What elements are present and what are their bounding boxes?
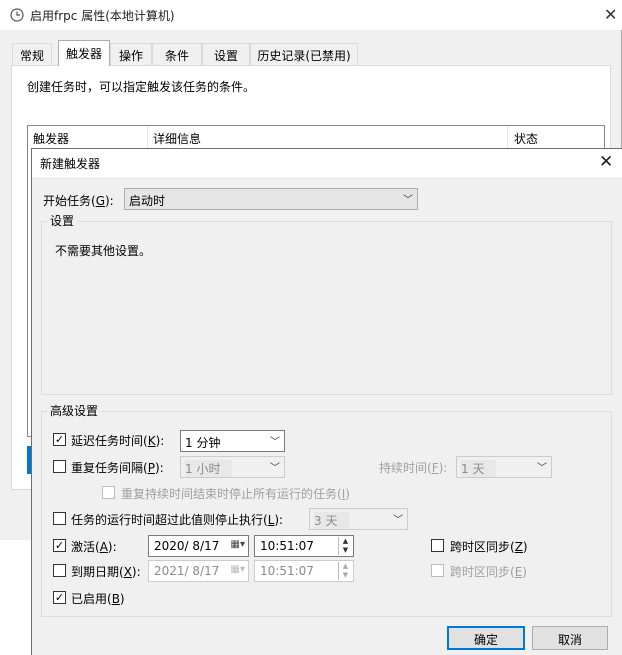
delay-checkbox[interactable]: ✓ (53, 433, 66, 446)
spin-updown-icon[interactable]: ▲ ▼ (338, 562, 352, 580)
expire-time-picker[interactable]: 10:51:07 ▲ ▼ (254, 560, 354, 582)
repeat-checkbox[interactable] (53, 460, 66, 473)
tab-history[interactable]: 历史记录(已禁用) (250, 43, 358, 65)
start-task-value: 启动时 (129, 194, 166, 208)
close-icon[interactable]: ✕ (604, 5, 617, 24)
expire-sync-label: 跨时区同步(E) (450, 565, 527, 579)
spin-updown-icon[interactable]: ▲ ▼ (338, 537, 352, 555)
dialog-titlebar (32, 149, 622, 177)
repeat-value: 1 小时 (185, 460, 233, 477)
duration-label: 持续时间(F): (379, 461, 448, 475)
settings-legend: 设置 (47, 212, 78, 229)
enabled-label: 已启用(B) (71, 592, 125, 606)
chevron-down-icon: ﹀ (393, 515, 403, 526)
chevron-down-icon: ﹀ (270, 463, 280, 474)
chevron-down-icon: ﹀ (537, 463, 547, 474)
properties-title: 启用frpc 属性(本地计算机) (30, 9, 175, 23)
ok-button[interactable]: 确定 (447, 626, 525, 650)
column-header-details[interactable]: 详细信息 (153, 126, 508, 148)
activate-date: 2020/ 8/17 (154, 539, 220, 553)
expire-sync-checkbox[interactable] (431, 564, 444, 577)
settings-text: 不需要其他设置。 (55, 244, 152, 258)
stop-if-label: 任务的运行时间超过此值则停止执行(L): (71, 513, 284, 527)
repeat-combo[interactable]: 1 小时 ﹀ (180, 456, 285, 478)
clock-icon (10, 8, 24, 22)
stop-all-label: 重复持续时间结束时停止所有运行的任务(I) (121, 487, 350, 501)
expire-label: 到期日期(X): (71, 565, 141, 579)
cancel-button[interactable]: 取消 (532, 626, 608, 650)
duration-combo[interactable]: 1 天 ﹀ (456, 456, 552, 478)
column-header-trigger[interactable]: 触发器 (33, 126, 148, 148)
expire-checkbox[interactable] (53, 564, 66, 577)
delay-combo[interactable]: 1 分钟 ﹀ (180, 430, 285, 452)
tab-settings[interactable]: 设置 (202, 43, 250, 65)
delay-value: 1 分钟 (185, 436, 221, 450)
expire-date-picker[interactable]: 2021/ 8/17 ▦▾ (148, 560, 249, 582)
activate-sync-checkbox[interactable] (431, 539, 444, 552)
activate-sync-label: 跨时区同步(Z) (450, 540, 528, 554)
triggers-description: 创建任务时，可以指定触发该任务的条件。 (27, 80, 256, 94)
dialog-title: 新建触发器 (40, 157, 101, 171)
stop-if-combo[interactable]: 3 天 ﹀ (309, 508, 408, 530)
column-header-status[interactable]: 状态 (514, 126, 584, 148)
close-icon[interactable]: ✕ (599, 152, 613, 172)
delay-label: 延迟任务时间(K): (71, 434, 165, 448)
chevron-down-icon: ﹀ (270, 437, 280, 448)
calendar-icon[interactable]: ▦▾ (231, 564, 245, 575)
tab-conditions[interactable]: 条件 (152, 43, 202, 65)
activate-time: 10:51:07 (260, 539, 314, 553)
new-trigger-dialog: 新建触发器 ✕ 开始任务(G): 启动时 ﹀ 设置 不需要其他设置。 高级设置 … (31, 148, 622, 655)
enabled-checkbox[interactable]: ✓ (53, 591, 66, 604)
activate-date-picker[interactable]: 2020/ 8/17 ▦▾ (148, 535, 249, 557)
calendar-icon[interactable]: ▦▾ (231, 539, 245, 550)
expire-date: 2021/ 8/17 (154, 564, 220, 578)
activate-label: 激活(A): (71, 540, 117, 554)
tab-actions[interactable]: 操作 (110, 43, 152, 65)
activate-checkbox[interactable]: ✓ (53, 539, 66, 552)
tab-triggers[interactable]: 触发器 (58, 40, 110, 66)
tab-general[interactable]: 常规 (12, 43, 52, 65)
stop-if-value: 3 天 (314, 512, 350, 529)
start-task-select[interactable]: 启动时 ﹀ (124, 188, 418, 210)
repeat-label: 重复任务间隔(P): (71, 461, 164, 475)
expire-time: 10:51:07 (260, 564, 314, 578)
stop-all-checkbox[interactable] (102, 486, 115, 499)
activate-time-picker[interactable]: 10:51:07 ▲ ▼ (254, 535, 354, 557)
start-task-label: 开始任务(G): (43, 194, 114, 208)
duration-value: 1 天 (461, 460, 497, 477)
stop-if-checkbox[interactable] (53, 512, 66, 525)
chevron-down-icon: ﹀ (403, 195, 413, 206)
advanced-settings-legend: 高级设置 (47, 402, 102, 419)
